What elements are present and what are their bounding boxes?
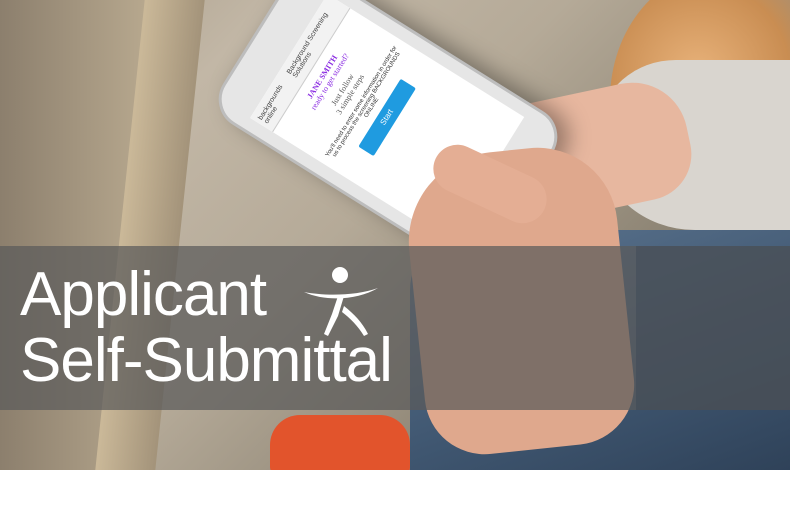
person-logo-icon	[304, 267, 378, 336]
title-band-shade	[636, 246, 790, 410]
red-shoe	[270, 415, 410, 470]
